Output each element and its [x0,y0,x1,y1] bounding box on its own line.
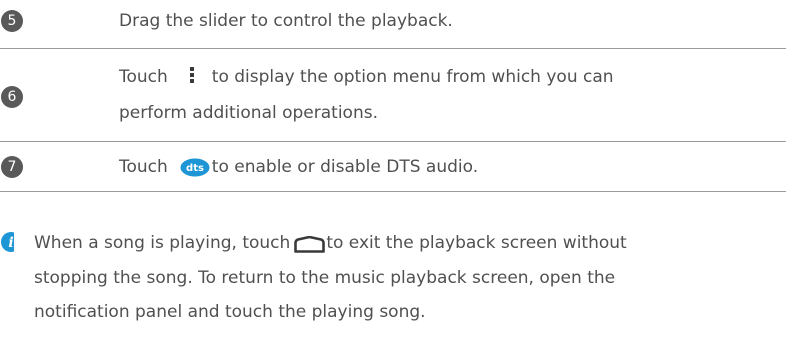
step-number-badge: 7 [1,156,23,178]
step-text: Drag the slider to control the playback. [119,11,453,31]
step-text-before-icon: Touch [119,67,168,87]
step-text: Touch dts to enable or disable DTS audio. [119,150,478,185]
step-row-6: 6 Touch to display the option menu from w… [0,49,786,141]
step-row-5: 5 Drag the slider to control the playbac… [0,0,786,48]
step-text-after-icon: to enable or disable DTS audio. [211,157,479,177]
dts-icon-label: dts [186,163,204,174]
step-row-7: 7 Touch dts to enable or disable DTS audio… [0,142,786,190]
dts-icon: dts [180,155,210,176]
svg-text:i: i [8,235,13,251]
info-icon: i [0,231,21,253]
step-text-line2: perform additional operations. [119,103,378,123]
home-icon [294,232,326,253]
step-text-before-icon: Touch [119,157,168,177]
note-line-2: stopping the song. To return to the musi… [34,268,616,288]
more-options-icon [182,61,202,89]
note-text-before-icon: When a song is playing, touch [34,233,291,253]
row-divider [0,191,786,192]
note-line-1: When a song is playing, touch to exit the… [34,227,627,260]
step-text-line1: Touch to display the option menu from whi… [119,60,614,95]
step-text-after-icon: to display the option menu from which yo… [211,67,614,87]
note-line-3: notification panel and touch the playing… [34,302,426,322]
step-number-badge: 5 [1,10,23,32]
note-text-after-icon: to exit the playback screen without [326,233,627,253]
step-number-badge: 6 [1,86,23,108]
